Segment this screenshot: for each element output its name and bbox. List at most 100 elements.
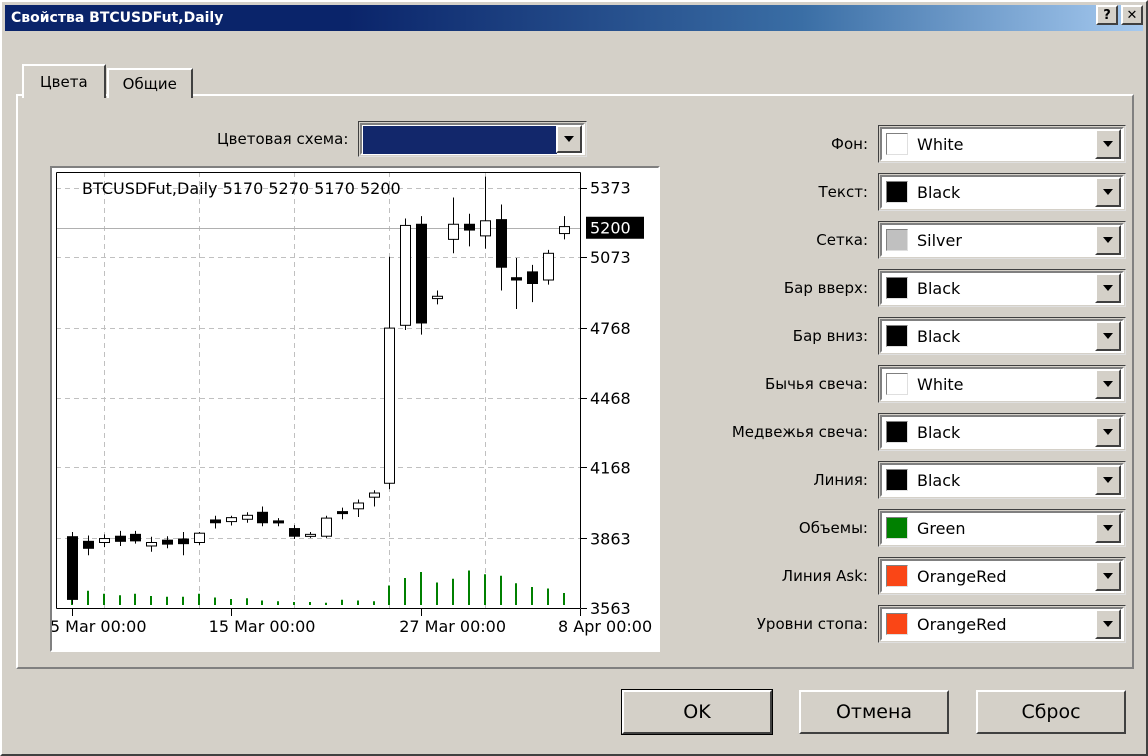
color-value-label: Black bbox=[917, 422, 961, 442]
tab-colors[interactable]: Цвета bbox=[22, 64, 106, 98]
color-row-label: Уровни стопа: bbox=[756, 615, 868, 633]
color-combobox[interactable]: Black bbox=[878, 461, 1126, 499]
chevron-down-icon[interactable] bbox=[1095, 609, 1121, 639]
svg-text:5 Mar 00:00: 5 Mar 00:00 bbox=[52, 617, 147, 636]
tab-general-label: Общие bbox=[122, 75, 177, 93]
color-value-label: Silver bbox=[917, 230, 962, 250]
svg-text:27 Mar 00:00: 27 Mar 00:00 bbox=[399, 617, 506, 636]
svg-text:8 Apr 00:00: 8 Apr 00:00 bbox=[558, 617, 652, 636]
color-combobox[interactable]: OrangeRed bbox=[878, 605, 1126, 643]
color-combobox[interactable]: Black bbox=[878, 269, 1126, 307]
window-title: Свойства BTCUSDFut,Daily bbox=[11, 10, 224, 26]
color-row: Текст: Black bbox=[696, 168, 1126, 216]
reset-button[interactable]: Сброс bbox=[976, 690, 1126, 734]
color-swatch bbox=[886, 421, 908, 443]
color-value-label: White bbox=[917, 374, 964, 394]
color-row: Объемы: Green bbox=[696, 504, 1126, 552]
color-row-label: Фон: bbox=[831, 135, 868, 153]
svg-text:3563: 3563 bbox=[590, 599, 631, 618]
color-row: Линия: Black bbox=[696, 456, 1126, 504]
color-swatch bbox=[886, 325, 908, 347]
cancel-button[interactable]: Отмена bbox=[799, 690, 949, 734]
tab-general[interactable]: Общие bbox=[106, 68, 193, 98]
dialog-buttons: OK Отмена Сброс bbox=[2, 689, 1148, 735]
chevron-down-icon[interactable] bbox=[1095, 513, 1121, 543]
color-scheme-swatch bbox=[363, 126, 558, 154]
color-value-label: OrangeRed bbox=[917, 614, 1007, 634]
close-icon[interactable]: ✕ bbox=[1121, 5, 1143, 25]
color-swatch bbox=[886, 613, 908, 635]
color-combobox[interactable]: Black bbox=[878, 413, 1126, 451]
chevron-down-icon[interactable] bbox=[1095, 417, 1121, 447]
chevron-down-icon[interactable] bbox=[1095, 225, 1121, 255]
svg-text:5373: 5373 bbox=[590, 179, 631, 198]
color-combobox[interactable]: OrangeRed bbox=[878, 557, 1126, 595]
chart-preview: BTCUSDFut,Daily 5170 5270 5170 5200 5373 5… bbox=[50, 166, 660, 652]
color-row: Бар вверх: Black bbox=[696, 264, 1126, 312]
color-value-label: Black bbox=[917, 182, 961, 202]
color-row-label: Текст: bbox=[818, 183, 869, 201]
chevron-down-icon[interactable] bbox=[1095, 177, 1121, 207]
color-row: Бар вниз: Black bbox=[696, 312, 1126, 360]
svg-text:5073: 5073 bbox=[590, 248, 631, 267]
color-value-label: Black bbox=[917, 470, 961, 490]
svg-text:3863: 3863 bbox=[590, 529, 631, 548]
svg-text:5200: 5200 bbox=[590, 219, 631, 238]
color-swatch bbox=[886, 229, 908, 251]
color-swatch bbox=[886, 373, 908, 395]
color-row-label: Бычья свеча: bbox=[764, 375, 868, 393]
tab-colors-label: Цвета bbox=[40, 73, 88, 91]
color-value-label: Black bbox=[917, 278, 961, 298]
chevron-down-icon[interactable] bbox=[1095, 369, 1121, 399]
color-row: Бычья свеча: White bbox=[696, 360, 1126, 408]
chevron-down-icon[interactable] bbox=[1095, 321, 1121, 351]
color-row: Уровни стопа: OrangeRed bbox=[696, 600, 1126, 648]
color-value-label: Green bbox=[917, 518, 966, 538]
tab-strip: Цвета Общие bbox=[22, 64, 193, 98]
color-combobox[interactable]: White bbox=[878, 125, 1126, 163]
color-combobox[interactable]: White bbox=[878, 365, 1126, 403]
chevron-down-icon[interactable] bbox=[1095, 273, 1121, 303]
svg-text:BTCUSDFut,Daily 5170 5270 517: BTCUSDFut,Daily 5170 5270 5170 5200 bbox=[82, 179, 401, 198]
color-combobox[interactable]: Black bbox=[878, 317, 1126, 355]
color-row-label: Линия: bbox=[813, 471, 868, 489]
color-row: Сетка: Silver bbox=[696, 216, 1126, 264]
color-row: Медвежья свеча: Black bbox=[696, 408, 1126, 456]
chevron-down-icon[interactable] bbox=[1095, 129, 1121, 159]
title-bar-buttons: ? ✕ bbox=[1096, 5, 1143, 25]
color-scheme-label: Цветовая схема: bbox=[217, 130, 349, 148]
color-row-label: Сетка: bbox=[816, 231, 868, 249]
svg-text:15 Mar 00:00: 15 Mar 00:00 bbox=[209, 617, 316, 636]
ok-button[interactable]: OK bbox=[621, 689, 773, 735]
help-icon[interactable]: ? bbox=[1096, 5, 1118, 25]
color-swatch bbox=[886, 181, 908, 203]
svg-text:4768: 4768 bbox=[590, 319, 631, 338]
chevron-down-icon[interactable] bbox=[556, 125, 583, 153]
color-settings-list: Фон: White Текст: Black Сетка: Silver Бар ввер… bbox=[696, 120, 1126, 648]
color-row: Фон: White bbox=[696, 120, 1126, 168]
color-swatch bbox=[886, 277, 908, 299]
color-value-label: White bbox=[917, 134, 964, 154]
color-row-label: Линия Ask: bbox=[781, 567, 868, 585]
color-row-label: Бар вниз: bbox=[792, 327, 868, 345]
color-row-label: Медвежья свеча: bbox=[731, 423, 868, 441]
color-combobox[interactable]: Green bbox=[878, 509, 1126, 547]
chevron-down-icon[interactable] bbox=[1095, 561, 1121, 591]
color-combobox[interactable]: Black bbox=[878, 173, 1126, 211]
color-value-label: Black bbox=[917, 326, 961, 346]
chevron-down-icon[interactable] bbox=[1095, 465, 1121, 495]
color-combobox[interactable]: Silver bbox=[878, 221, 1126, 259]
color-swatch bbox=[886, 133, 908, 155]
color-scheme-combobox[interactable] bbox=[358, 121, 588, 157]
color-row-label: Объемы: bbox=[798, 519, 868, 537]
color-value-label: OrangeRed bbox=[917, 566, 1007, 586]
color-row-label: Бар вверх: bbox=[783, 279, 868, 297]
color-swatch bbox=[886, 469, 908, 491]
color-scheme-row: Цветовая схема: bbox=[217, 121, 588, 157]
color-swatch bbox=[886, 565, 908, 587]
svg-text:4168: 4168 bbox=[590, 458, 631, 477]
properties-dialog: Свойства BTCUSDFut,Daily ? ✕ Цвета Общие… bbox=[0, 0, 1148, 756]
title-bar: Свойства BTCUSDFut,Daily bbox=[5, 5, 1143, 31]
candlestick-chart: BTCUSDFut,Daily 5170 5270 5170 5200 5373 5… bbox=[52, 168, 658, 650]
svg-text:4468: 4468 bbox=[590, 389, 631, 408]
